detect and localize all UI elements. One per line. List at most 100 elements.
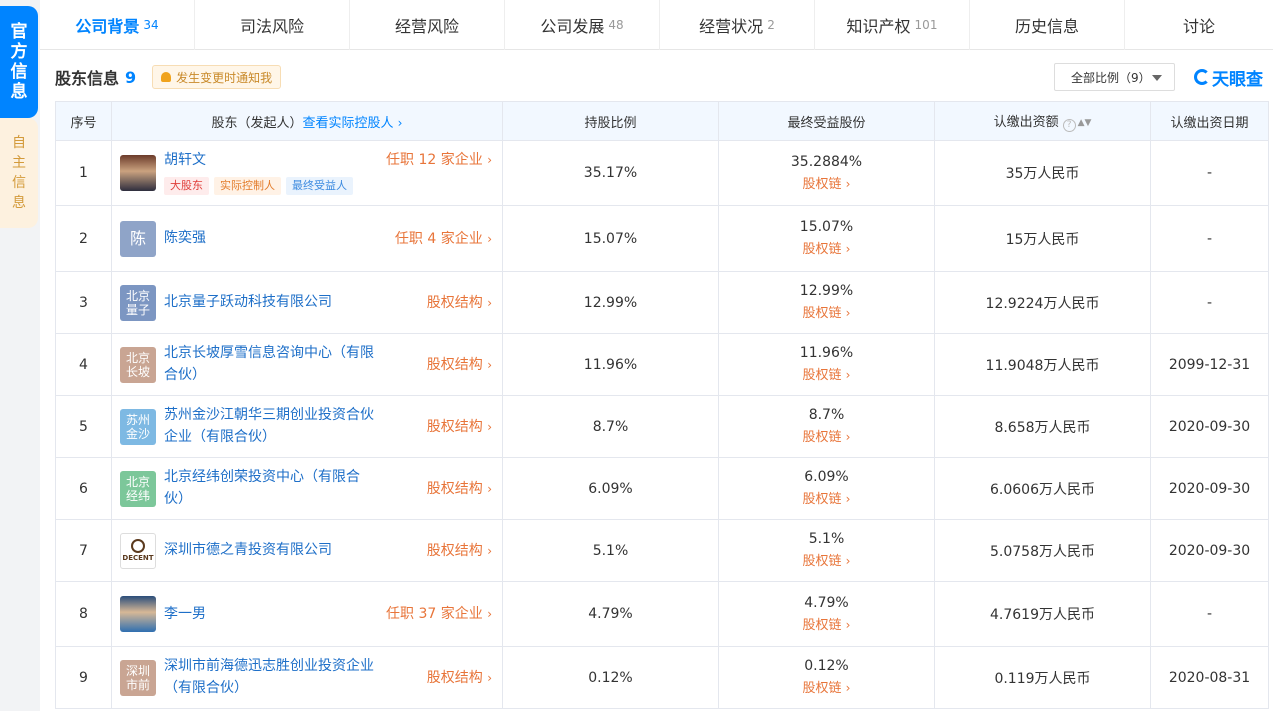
tab-label: 公司背景	[75, 17, 140, 36]
tab-operating-status[interactable]: 经营状况 2	[660, 0, 815, 50]
equity-structure-link[interactable]: 股权结构 ›	[427, 354, 492, 376]
equity-chain-link[interactable]: 股权链 ›	[719, 364, 934, 387]
equity-chain-label: 股权链	[802, 368, 842, 383]
positions-link[interactable]: 任职 12 家企业 ›	[386, 149, 492, 171]
equity-structure-link[interactable]: 股权结构 ›	[427, 540, 492, 562]
avatar[interactable]: DECENT	[120, 532, 156, 569]
tab-discussion[interactable]: 讨论	[1125, 0, 1273, 50]
notify-button[interactable]: 发生变更时通知我	[152, 65, 282, 89]
date-cell: 2020-09-30	[1150, 395, 1269, 458]
benefit-value: 6.09%	[804, 469, 849, 485]
equity-chain-link[interactable]: 股权链 ›	[719, 488, 934, 511]
equity-structure-link[interactable]: 股权结构 ›	[427, 292, 492, 314]
capital-cell: 8.658万人民币	[934, 395, 1151, 458]
avatar[interactable]: 北京经纬	[120, 470, 156, 507]
holder-name[interactable]: 苏州金沙江朝华三期创业投资合伙	[164, 404, 374, 426]
section-title: 股东信息	[55, 69, 120, 88]
date-cell: 2020-08-31	[1150, 646, 1269, 709]
ratio-filter-select[interactable]: 全部比例（9）	[1054, 63, 1175, 91]
help-circle-icon[interactable]: ?	[1062, 118, 1076, 132]
holder-name[interactable]: 李一男	[164, 603, 206, 625]
avatar[interactable]: 北京量子	[120, 284, 156, 321]
equity-structure-label: 股权结构	[426, 356, 483, 373]
view-actual-controller-link[interactable]: 查看实际控股人 ›	[303, 116, 403, 131]
chevron-right-icon: ›	[487, 419, 492, 434]
tab-business-risk[interactable]: 经营风险	[350, 0, 505, 50]
equity-structure-link[interactable]: 股权结构 ›	[427, 478, 492, 500]
side-tabs: 官方信息 自主信息	[0, 0, 40, 711]
table-row: 6 北京经纬 北京经纬创荣投资中心（有限合 伙） 股权结构 › 6.09% 6.…	[55, 457, 1269, 520]
col-capital[interactable]: 认缴出资额? ▲▼	[934, 101, 1151, 141]
positions-link[interactable]: 任职 37 家企业 ›	[386, 603, 492, 625]
holder-cell: 北京经纬 北京经纬创荣投资中心（有限合 伙） 股权结构 ›	[111, 457, 503, 520]
holder-name-line2[interactable]: （有限合伙）	[164, 677, 248, 699]
avatar[interactable]	[120, 596, 156, 632]
avatar[interactable]: 深圳市前	[120, 659, 156, 696]
benefit-value: 4.79%	[804, 594, 849, 611]
equity-chain-link[interactable]: 股权链 ›	[719, 302, 934, 325]
positions-link[interactable]: 任职 4 家企业 ›	[395, 228, 492, 250]
row-index: 4	[55, 333, 112, 396]
table-row: 8 李一男 任职 37 家企业 › 4.79% 4.79% 股权链 › 4.761…	[55, 581, 1269, 647]
brand-name: 天眼查	[1212, 69, 1263, 90]
benefit-value: 5.1%	[808, 531, 845, 547]
holder-name[interactable]: 陈奕强	[164, 227, 206, 249]
chevron-right-icon: ›	[487, 607, 492, 621]
holder-name[interactable]: 北京量子跃动科技有限公司	[164, 291, 332, 313]
brand-logo: 天眼查	[1194, 64, 1263, 90]
tag-ultimate-beneficiary: 最终受益人	[286, 177, 353, 195]
chevron-right-icon: ›	[487, 670, 492, 685]
col-holder: 股东（发起人）查看实际控股人 ›	[111, 101, 503, 141]
holder-name[interactable]: 北京经纬创荣投资中心（有限合	[164, 466, 360, 488]
chevron-right-icon: ›	[397, 115, 403, 130]
holder-name-line2[interactable]: 企业（有限合伙）	[164, 426, 276, 448]
date-cell: -	[1150, 205, 1269, 272]
capital-cell: 12.9224万人民币	[934, 271, 1151, 334]
avatar[interactable]: 苏州金沙	[120, 408, 156, 445]
tab-intellectual-property[interactable]: 知识产权 101	[815, 0, 970, 50]
equity-structure-label: 股权结构	[426, 542, 483, 559]
tab-company-development[interactable]: 公司发展 48	[505, 0, 660, 50]
row-index: 3	[55, 271, 112, 334]
equity-chain-link[interactable]: 股权链 ›	[719, 614, 934, 637]
capital-cell: 4.7619万人民币	[934, 581, 1151, 647]
ratio-cell: 8.7%	[502, 395, 719, 458]
equity-chain-link[interactable]: 股权链 ›	[719, 550, 934, 573]
equity-structure-link[interactable]: 股权结构 ›	[427, 416, 492, 438]
tab-legal-risk[interactable]: 司法风险	[195, 0, 350, 50]
benefit-cell: 15.07% 股权链 ›	[718, 205, 935, 272]
sort-icon[interactable]: ▲▼	[1078, 118, 1092, 128]
holder-cell: DECENT 深圳市德之青投资有限公司 股权结构 ›	[111, 519, 503, 582]
benefit-cell: 6.09% 股权链 ›	[718, 457, 935, 520]
holder-name-line2[interactable]: 合伙）	[164, 364, 206, 386]
chevron-right-icon: ›	[845, 681, 851, 695]
benefit-cell: 5.1% 股权链 ›	[718, 519, 935, 582]
avatar-logo-text: DECENT	[122, 554, 154, 562]
benefit-value: 0.12%	[804, 658, 849, 674]
row-index: 8	[55, 581, 112, 647]
holder-name[interactable]: 深圳市前海德迅志胜创业投资企业	[164, 655, 374, 677]
avatar[interactable]: 北京长坡	[120, 346, 156, 383]
row-index: 1	[55, 140, 112, 206]
benefit-value: 11.96%	[799, 345, 854, 361]
holder-name[interactable]: 深圳市德之青投资有限公司	[164, 539, 332, 561]
holder-name[interactable]: 北京长坡厚雪信息咨询中心（有限	[164, 342, 374, 364]
side-tab-self[interactable]: 自主信息	[0, 118, 38, 228]
holder-name[interactable]: 胡轩文	[164, 149, 206, 171]
side-tab-official[interactable]: 官方信息	[0, 6, 38, 118]
equity-chain-link[interactable]: 股权链 ›	[719, 677, 934, 700]
equity-chain-link[interactable]: 股权链 ›	[719, 426, 934, 449]
equity-structure-link[interactable]: 股权结构 ›	[427, 667, 492, 689]
holder-cell: 北京量子 北京量子跃动科技有限公司 股权结构 ›	[111, 271, 503, 334]
holder-name-line2[interactable]: 伙）	[164, 488, 192, 510]
tab-company-background[interactable]: 公司背景 34	[40, 0, 195, 50]
tab-history[interactable]: 历史信息	[970, 0, 1125, 50]
equity-structure-label: 股权结构	[426, 480, 483, 497]
equity-chain-link[interactable]: 股权链 ›	[719, 173, 934, 196]
avatar[interactable]	[120, 155, 156, 191]
equity-chain-link[interactable]: 股权链 ›	[719, 238, 934, 261]
ratio-cell: 0.12%	[502, 646, 719, 709]
chevron-right-icon: ›	[845, 306, 851, 320]
ratio-cell: 4.79%	[502, 581, 719, 647]
avatar[interactable]: 陈	[120, 220, 156, 257]
